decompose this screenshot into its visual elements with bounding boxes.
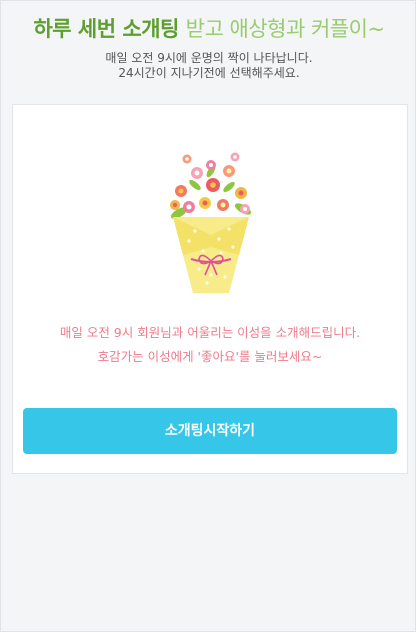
flower-bouquet-icon: [170, 152, 252, 293]
intro-card: 매일 오전 9시 회원님과 어울리는 이성을 소개해드립니다. 호감가는 이성에…: [12, 104, 408, 474]
subtitle-line2: 24시간이 지나기전에 선택해주세요.: [118, 66, 300, 80]
app-frame: 하루 세번 소개팅 받고 애상형과 커플이~ 매일 오전 9시에 운명의 짝이 …: [0, 0, 416, 632]
start-matching-button[interactable]: 소개팅시작하기: [23, 408, 397, 454]
headline-part1: 하루 세번 소개팅: [33, 17, 179, 41]
message-line2: 호감가는 이성에게 '좋아요'를 눌러보세요~: [97, 349, 323, 364]
subtitle-line1: 매일 오전 9시에 운명의 짝이 나타납니다.: [105, 51, 313, 65]
headline-part2: 받고 애상형과 커플이~: [185, 17, 385, 41]
headline: 하루 세번 소개팅 받고 애상형과 커플이~: [1, 15, 416, 43]
message-line1: 매일 오전 9시 회원님과 어울리는 이성을 소개해드립니다.: [59, 325, 361, 340]
subtitle: 매일 오전 9시에 운명의 짝이 나타납니다. 24시간이 지나기전에 선택해주…: [1, 51, 416, 81]
intro-message: 매일 오전 9시 회원님과 어울리는 이성을 소개해드립니다. 호감가는 이성에…: [13, 321, 407, 369]
intro-header: 하루 세번 소개팅 받고 애상형과 커플이~ 매일 오전 9시에 운명의 짝이 …: [1, 15, 416, 81]
